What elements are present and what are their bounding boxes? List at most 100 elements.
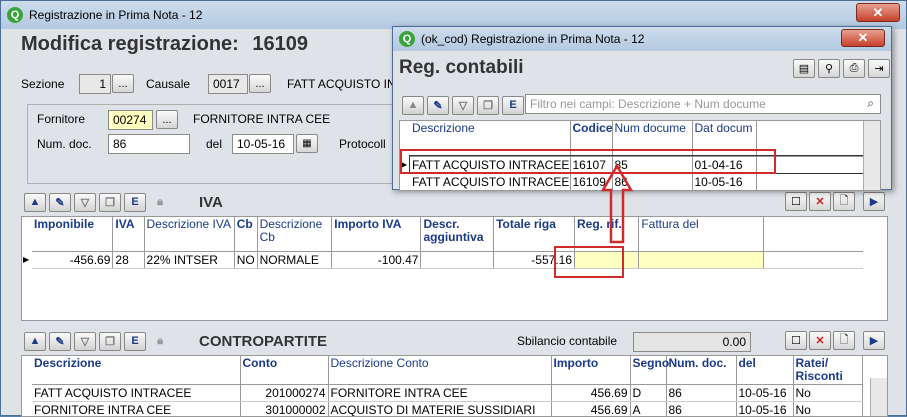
cell-del[interactable]: 10-05-16 — [736, 385, 793, 402]
contropartite-new-button[interactable]: ☐ — [785, 331, 807, 350]
cell-fattura-del[interactable] — [639, 251, 763, 268]
iva-delete-button[interactable]: ✕ — [809, 192, 831, 211]
col-descrizione[interactable]: Descrizione — [32, 356, 240, 385]
print-icon[interactable]: ⎙ — [843, 59, 865, 78]
cell-del[interactable]: 10-05-16 — [736, 402, 793, 417]
contropartite-section-title: CONTROPARTITE — [199, 333, 327, 350]
col-del[interactable]: del — [736, 356, 793, 385]
iva-header-row: Imponibile IVA Descrizione IVA Cb Descri… — [32, 217, 863, 251]
date-field[interactable]: 10-05-16 — [232, 134, 294, 154]
contropartite-delete-button[interactable]: ✕ — [809, 331, 831, 350]
export-excel-icon[interactable]: E — [502, 96, 524, 115]
main-close-button[interactable]: ✕ — [856, 3, 900, 22]
sezione-lookup-button[interactable]: ... — [112, 74, 134, 93]
cell-descrizione[interactable]: FORNITORE INTRA CEE — [32, 402, 240, 417]
lock-icon[interactable]: 🔒︎ — [149, 332, 171, 351]
popup-close-button[interactable]: ✕ — [841, 29, 885, 47]
cell-descrizione[interactable]: FATT ACQUISTO INTRACEE — [32, 385, 240, 402]
collapse-up-icon[interactable]: ▲ — [24, 332, 46, 351]
export-excel-icon[interactable]: E — [124, 193, 146, 212]
cell-num-doc[interactable]: 86 — [666, 385, 736, 402]
iva-section-title: IVA — [199, 194, 223, 211]
table-row[interactable]: FATT ACQUISTO INTRACEE 201000274 FORNITO… — [32, 385, 862, 402]
cell-importo-iva[interactable]: -100.47 — [332, 251, 421, 268]
col-descrizione-iva[interactable]: Descrizione IVA — [144, 217, 234, 251]
heading-number: 16109 — [252, 33, 308, 55]
exit-icon[interactable]: ⇥ — [868, 59, 890, 78]
funnel-icon[interactable]: ▽ — [452, 96, 474, 115]
col-num-doc[interactable]: Num. doc. — [666, 356, 736, 385]
copy-icon[interactable]: ❐ — [477, 96, 499, 115]
sbilancio-label: Sbilancio contabile — [517, 334, 617, 348]
funnel-icon[interactable]: ▽ — [74, 193, 96, 212]
cell-descrizione-conto[interactable]: ACQUISTO DI MATERIE SUSSIDIARI — [328, 402, 551, 417]
cell-descrizione[interactable]: FATT ACQUISTO INTRACEE — [410, 173, 570, 190]
iva-document-icon[interactable]: 🗋︎ — [833, 192, 855, 211]
col-importo[interactable]: Importo — [551, 356, 630, 385]
cell-cb[interactable]: NO — [234, 251, 257, 268]
cell-importo[interactable]: 456.69 — [551, 402, 630, 417]
calendar-icon[interactable]: ▦ — [296, 134, 318, 153]
popup-q-icon: Q — [399, 31, 415, 47]
lock-icon[interactable]: 🔒︎ — [149, 193, 171, 212]
collapse-up-icon[interactable]: ▲ — [24, 193, 46, 212]
cell-segno[interactable]: D — [630, 385, 666, 402]
causale-lookup-button[interactable]: ... — [249, 74, 271, 93]
cell-num-doc[interactable]: 86 — [666, 402, 736, 417]
contropartite-document-icon[interactable]: 🗋︎ — [833, 331, 855, 350]
col-segno[interactable]: Segno — [630, 356, 666, 385]
col-descrizione-conto[interactable]: Descrizione Conto — [328, 356, 551, 385]
collapse-up-icon[interactable]: ▲ — [402, 96, 424, 115]
export-excel-icon[interactable]: E — [124, 332, 146, 351]
edit-filter-icon[interactable]: ✎ — [427, 96, 449, 115]
col-imponibile[interactable]: Imponibile — [32, 217, 113, 251]
col-ratei-risconti[interactable]: Ratei/ Risconti — [793, 356, 862, 385]
numdoc-field[interactable]: 86 — [108, 134, 190, 154]
iva-new-button[interactable]: ☐ — [785, 192, 807, 211]
cell-iva[interactable]: 28 — [113, 251, 144, 268]
iva-next-arrow-icon[interactable]: ▶ — [863, 192, 885, 211]
causale-field[interactable]: 0017 — [208, 74, 248, 94]
fornitore-code-field[interactable]: 00274 — [108, 110, 153, 130]
edit-filter-icon[interactable]: ✎ — [49, 332, 71, 351]
cell-imponibile[interactable]: -456.69 — [32, 251, 113, 268]
cell-ratei[interactable]: No — [793, 385, 862, 402]
col-iva[interactable]: IVA — [113, 217, 144, 251]
col-descr-aggiuntiva[interactable]: Descr. aggiuntiva — [421, 217, 494, 251]
cell-importo[interactable]: 456.69 — [551, 385, 630, 402]
cell-conto[interactable]: 201000274 — [240, 385, 328, 402]
col-descrizione-cb[interactable]: Descrizione Cb — [257, 217, 332, 251]
cell-ratei[interactable]: No — [793, 402, 862, 417]
cell-descrizione-iva[interactable]: 22% INTSER — [144, 251, 234, 268]
filter-input[interactable]: Filtro nei campi: Descrizione + Num docu… — [525, 94, 881, 114]
iva-toolbar: ▲ ✎ ▽ ❐ E 🔒︎ IVA — [21, 189, 888, 215]
fornitore-lookup-button[interactable]: ... — [156, 110, 178, 129]
col-importo-iva[interactable]: Importo IVA — [332, 217, 421, 251]
fornitore-name: FORNITORE INTRA CEE — [193, 112, 330, 126]
popup-scrollbar[interactable] — [863, 121, 880, 191]
cell-descrizione-cb[interactable]: NORMALE — [257, 251, 332, 268]
cell-dat-docum[interactable]: 10-05-16 — [692, 173, 756, 190]
copy-icon[interactable]: ❐ — [99, 193, 121, 212]
popup-row-highlight-box — [400, 149, 776, 174]
sezione-field[interactable]: 1 — [79, 74, 111, 94]
table-row[interactable]: FORNITORE INTRA CEE 301000002 ACQUISTO D… — [32, 402, 862, 417]
col-fattura-del[interactable]: Fattura del — [639, 217, 763, 251]
contropartite-next-arrow-icon[interactable]: ▶ — [863, 331, 885, 350]
binoculars-icon[interactable]: ⚲ — [818, 59, 840, 78]
layout-icon[interactable]: ▤ — [793, 59, 815, 78]
cell-descr-aggiuntiva[interactable] — [421, 251, 494, 268]
edit-filter-icon[interactable]: ✎ — [49, 193, 71, 212]
contropartite-scrollbar[interactable] — [870, 378, 887, 417]
funnel-icon[interactable]: ▽ — [74, 332, 96, 351]
col-cb[interactable]: Cb — [234, 217, 257, 251]
copy-icon[interactable]: ❐ — [99, 332, 121, 351]
cell-segno[interactable]: A — [630, 402, 666, 417]
popup-window-title: (ok_cod) Registrazione in Prima Nota - 1… — [421, 32, 644, 46]
col-conto[interactable]: Conto — [240, 356, 328, 385]
table-row[interactable]: FATT ACQUISTO INTRACEE 16109 86 10-05-16 — [410, 173, 868, 190]
search-icon: ⌕ — [867, 96, 874, 111]
cell-conto[interactable]: 301000002 — [240, 402, 328, 417]
cell-descrizione-conto[interactable]: FORNITORE INTRA CEE — [328, 385, 551, 402]
table-row[interactable]: -456.69 28 22% INTSER NO NORMALE -100.47… — [32, 251, 863, 268]
